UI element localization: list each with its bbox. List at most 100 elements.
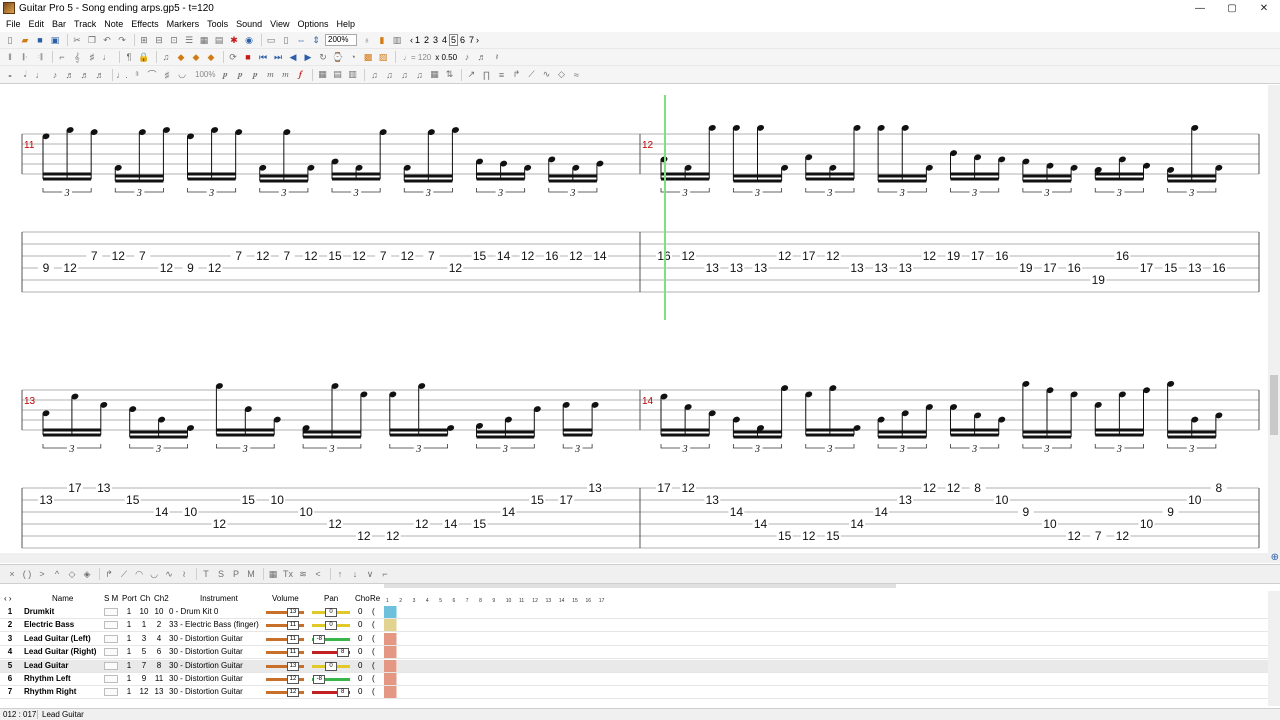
track-channel[interactable]: 3	[138, 634, 150, 643]
menu-options[interactable]: Options	[294, 19, 333, 29]
score-vertical-scrollbar[interactable]	[1268, 85, 1280, 560]
page-view-icon[interactable]: ▭	[265, 34, 277, 46]
menu-sound[interactable]: Sound	[232, 19, 266, 29]
copy-icon[interactable]: ❐	[86, 34, 98, 46]
dotted-note-icon[interactable]: ♩.	[116, 69, 128, 81]
track-chorus[interactable]: 0	[358, 620, 362, 629]
trill-icon[interactable]: ≈	[570, 69, 582, 81]
page-3[interactable]: 3	[431, 35, 440, 45]
heavy-accent-icon[interactable]: ^	[51, 568, 63, 580]
track-instrument[interactable]: 0 - Drum Kit 0	[169, 607, 218, 616]
undo-icon[interactable]: ↶	[101, 34, 113, 46]
countdown-icon[interactable]: ◔	[347, 51, 359, 63]
track-grid-scrollbar[interactable]	[384, 584, 896, 588]
track-bar-cell[interactable]	[384, 646, 398, 659]
track-bar-cell[interactable]	[384, 619, 398, 632]
voice-4-icon[interactable]: ♫	[413, 69, 425, 81]
tremolo-bar-icon[interactable]: ≋	[297, 568, 309, 580]
fit-width-icon[interactable]: ⇔	[295, 34, 307, 46]
vibrato-icon[interactable]: ∿	[540, 69, 552, 81]
tremolo-picking-icon[interactable]: ≡	[495, 69, 507, 81]
mixer-icon[interactable]: ▩	[362, 51, 374, 63]
track-port[interactable]: 1	[124, 661, 134, 670]
menu-effects[interactable]: Effects	[127, 19, 162, 29]
chord-name-icon[interactable]: ▦	[267, 568, 279, 580]
minimize-button[interactable]: —	[1184, 0, 1216, 16]
track-reverb[interactable]: (	[372, 674, 375, 683]
artificial-harmonic-icon[interactable]: ◈	[81, 568, 93, 580]
fit-page-icon[interactable]: ⇕	[310, 34, 322, 46]
sharp-icon[interactable]: ♯	[161, 69, 173, 81]
section-icon[interactable]: ¶	[123, 51, 135, 63]
pan-value[interactable]: 0	[325, 661, 337, 671]
chord-grid-icon[interactable]: ▦	[316, 69, 328, 81]
slap-icon[interactable]: S	[215, 568, 227, 580]
track-chorus[interactable]: 0	[358, 687, 362, 696]
volume-value[interactable]: 12	[287, 688, 299, 698]
volume-value[interactable]: 12	[287, 675, 299, 684]
bend-icon[interactable]: ↱	[510, 69, 522, 81]
track-bar-cell[interactable]	[384, 673, 398, 685]
menu-tools[interactable]: Tools	[203, 19, 232, 29]
track-channel-2[interactable]: 4	[152, 634, 166, 643]
bar-properties-icon[interactable]: ▦	[198, 34, 210, 46]
zoom-icon[interactable]: ⊕	[1271, 552, 1279, 563]
volume-value[interactable]: 13	[287, 608, 299, 617]
pan-value[interactable]: 8	[336, 648, 349, 658]
fade-in-icon[interactable]: <	[312, 568, 324, 580]
pickstroke-up-icon[interactable]: ⌐	[379, 568, 391, 580]
track-channel-2[interactable]: 11	[152, 674, 166, 683]
metronome-icon[interactable]: ♁	[361, 34, 373, 46]
half-note-icon[interactable]: 𝅗𝅥	[19, 69, 31, 81]
pan-value[interactable]: 0	[325, 621, 337, 631]
track-chorus[interactable]: 0	[358, 647, 362, 656]
note-stack-icon[interactable]: ▦	[428, 69, 440, 81]
solo-mute-toggle[interactable]	[104, 661, 118, 670]
tie-icon[interactable]: ⌒	[146, 69, 158, 81]
volume-value[interactable]: 11	[287, 634, 299, 644]
solo-mute-toggle[interactable]	[104, 648, 118, 657]
dynamics-mf-icon[interactable]: 𝆐	[279, 69, 291, 81]
key-signature-icon[interactable]: ♯	[86, 51, 98, 63]
track-port[interactable]: 1	[124, 687, 134, 696]
slur-icon[interactable]: ◡	[176, 69, 188, 81]
save-icon[interactable]: ■	[34, 34, 46, 46]
pan-value[interactable]: 8	[336, 688, 349, 698]
page-7[interactable]: 7	[467, 35, 476, 45]
open-folder-icon[interactable]: ▰	[19, 34, 31, 46]
tools-icon[interactable]: ✱	[228, 34, 240, 46]
globe-icon[interactable]: ◉	[243, 34, 255, 46]
eighth-note-icon[interactable]: ♪	[49, 69, 61, 81]
speed-select[interactable]: x 0.50	[435, 53, 457, 62]
menu-note[interactable]: Note	[100, 19, 127, 29]
pan-value[interactable]: -8	[313, 634, 326, 644]
solo-mute-toggle[interactable]	[104, 634, 118, 643]
ghost-note-icon[interactable]: ( )	[21, 568, 33, 580]
track-row[interactable]: 7 Rhythm Right 1 12 13 30 - Distortion Guitar…	[0, 686, 1268, 700]
harmonic-icon[interactable]: ◇	[555, 69, 567, 81]
slide-icon[interactable]: ⟋	[525, 69, 537, 81]
marker-red-icon[interactable]: ◆	[175, 51, 187, 63]
bend-effect-icon[interactable]: ↱	[103, 568, 115, 580]
track-reverb[interactable]: (	[372, 634, 375, 643]
track-instrument[interactable]: 30 - Distortion Guitar	[169, 687, 243, 696]
text-icon[interactable]: Tx	[282, 568, 294, 580]
solo-mute-toggle[interactable]	[104, 675, 118, 683]
vibrato-effect-icon[interactable]: ∿	[163, 568, 175, 580]
lock-icon[interactable]: 🔒	[138, 51, 150, 63]
rest-icon[interactable]: 𝄽	[491, 51, 503, 63]
track-channel[interactable]: 10	[138, 607, 150, 616]
sixty-fourth-note-icon[interactable]: ♬	[94, 69, 106, 81]
track-reverb[interactable]: (	[372, 607, 375, 616]
track-reverb[interactable]: (	[372, 661, 375, 670]
solo-mute-toggle[interactable]	[104, 621, 118, 630]
wide-vibrato-icon[interactable]: ≀	[178, 568, 190, 580]
track-name[interactable]: Rhythm Right	[24, 687, 76, 696]
next-bar-icon[interactable]: ⏭	[272, 51, 284, 63]
page-6[interactable]: 6	[458, 35, 467, 45]
track-row[interactable]: 6 Rhythm Left 1 9 11 30 - Distortion Guitar 12…	[0, 673, 1268, 686]
track-row[interactable]: 2 Electric Bass 1 1 2 33 - Electric Bass (fin…	[0, 619, 1268, 633]
dynamics-p-icon[interactable]: 𝆏	[249, 69, 261, 81]
track-chorus[interactable]: 0	[358, 674, 362, 683]
insert-bar-icon[interactable]: ⊞	[138, 34, 150, 46]
